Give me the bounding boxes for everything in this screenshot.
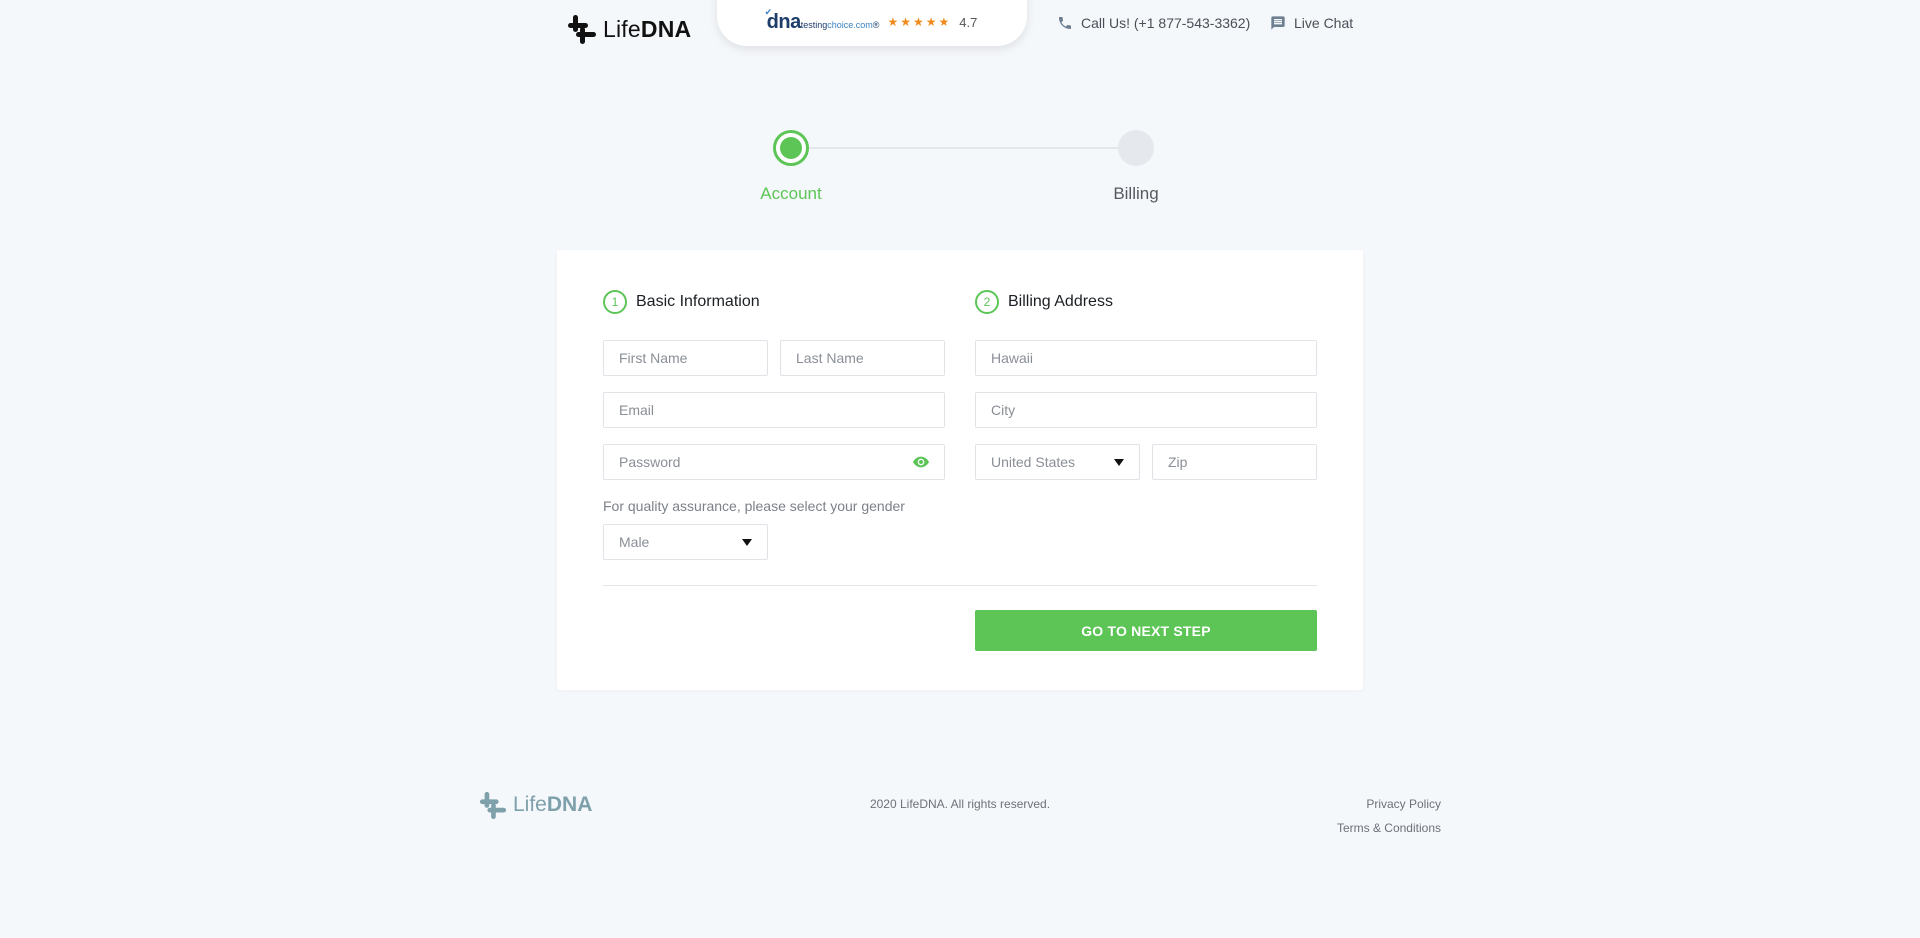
footer-logo[interactable]: LifeDNA [479, 791, 592, 819]
billing-address-heading: 2 Billing Address [975, 290, 1113, 314]
lifedna-logo-icon [479, 791, 507, 819]
section-title: Basic Information [636, 293, 760, 310]
gender-select[interactable]: Male [603, 524, 768, 560]
country-select[interactable]: United States [975, 444, 1140, 480]
chat-icon [1271, 16, 1285, 30]
rating-value: 4.7 [959, 14, 978, 30]
section-number-badge: 1 [603, 290, 627, 314]
lifedna-logo[interactable]: LifeDNA [567, 14, 691, 44]
password-input[interactable]: Password [603, 444, 945, 480]
go-to-next-step-button[interactable]: GO TO NEXT STEP [975, 610, 1317, 651]
state-input[interactable]: Hawaii [975, 340, 1317, 376]
form-divider [603, 585, 1317, 586]
caret-down-icon [742, 538, 752, 546]
step-account-label: Account [760, 184, 822, 203]
live-chat-label: Live Chat [1294, 15, 1354, 31]
step-account-indicator [773, 130, 809, 166]
caret-down-icon [1114, 458, 1124, 466]
section-title: Billing Address [1008, 293, 1113, 310]
dna-testing-choice-badge[interactable]: ✔ dna testingchoice.com® ★★★★★ 4.7 [717, 0, 1027, 46]
call-us-label: Call Us! (+1 877-543-3362) [1081, 15, 1251, 31]
city-input[interactable]: City [975, 392, 1317, 428]
rating-stars: ★★★★★ [887, 15, 952, 29]
eye-icon[interactable] [913, 456, 929, 468]
lifedna-logo-icon [568, 15, 596, 44]
terms-conditions-link[interactable]: Terms & Conditions [1300, 821, 1441, 835]
footer-logo-wordmark: LifeDNA [513, 793, 593, 816]
logo-wordmark: LifeDNA [603, 15, 692, 42]
stepper-line [790, 147, 1136, 149]
step-billing-label: Billing [1113, 184, 1159, 203]
last-name-input[interactable]: Last Name [780, 340, 945, 376]
verified-check-icon: ✔ [764, 6, 773, 17]
section-number-badge: 2 [975, 290, 999, 314]
live-chat-link[interactable]: Live Chat [1270, 15, 1353, 31]
basic-information-heading: 1 Basic Information [603, 290, 760, 314]
gender-note: For quality assurance, please select you… [603, 498, 905, 514]
privacy-policy-link[interactable]: Privacy Policy [1300, 797, 1441, 811]
step-billing-indicator [1118, 130, 1154, 166]
dna-testing-choice-logo: ✔ dna testingchoice.com® [764, 6, 880, 33]
phone-icon [1059, 17, 1071, 29]
email-input[interactable]: Email [603, 392, 945, 428]
first-name-input[interactable]: First Name [603, 340, 768, 376]
copyright-text: 2020 LifeDNA. All rights reserved. [869, 797, 1051, 811]
call-us-link[interactable]: Call Us! (+1 877-543-3362) [1057, 15, 1250, 31]
zip-input[interactable]: Zip [1152, 444, 1317, 480]
